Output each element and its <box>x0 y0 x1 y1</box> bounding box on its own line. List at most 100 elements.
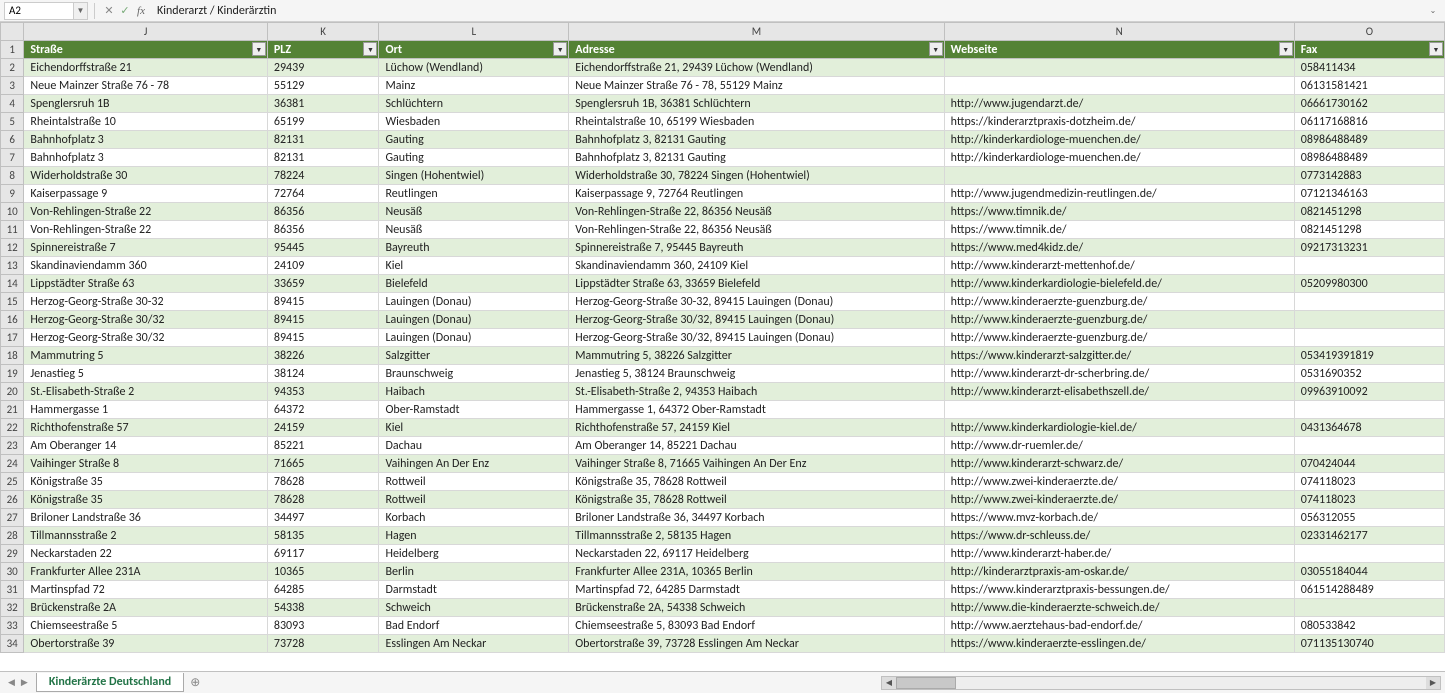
cell[interactable] <box>1294 599 1444 617</box>
cell[interactable]: 0821451298 <box>1294 221 1444 239</box>
row-header[interactable]: 33 <box>1 617 24 635</box>
cell[interactable]: http://www.die-kinderaerzte-schweich.de/ <box>944 599 1294 617</box>
cell[interactable]: Vaihinger Straße 8, 71665 Vaihingen An D… <box>569 455 944 473</box>
row-header[interactable]: 12 <box>1 239 24 257</box>
row-header[interactable]: 2 <box>1 59 24 77</box>
cell[interactable]: 86356 <box>267 203 379 221</box>
row-header[interactable]: 1 <box>1 41 24 59</box>
row-header[interactable]: 5 <box>1 113 24 131</box>
cell[interactable] <box>944 401 1294 419</box>
row-header[interactable]: 25 <box>1 473 24 491</box>
cell[interactable]: http://www.kinderarzt-elisabethszell.de/ <box>944 383 1294 401</box>
header-webseite[interactable]: Webseite▼ <box>944 41 1294 59</box>
cell[interactable]: 06117168816 <box>1294 113 1444 131</box>
row-header[interactable]: 34 <box>1 635 24 653</box>
cell[interactable]: 64372 <box>267 401 379 419</box>
cell[interactable]: http://www.kinderkardiologie-bielefeld.d… <box>944 275 1294 293</box>
cell[interactable]: http://kinderarztpraxis-am-oskar.de/ <box>944 563 1294 581</box>
cell[interactable]: http://www.aerztehaus-bad-endorf.de/ <box>944 617 1294 635</box>
cell[interactable]: http://kinderkardiologe-muenchen.de/ <box>944 131 1294 149</box>
cell[interactable]: 58135 <box>267 527 379 545</box>
cell[interactable]: Rottweil <box>379 473 569 491</box>
cell[interactable]: 24109 <box>267 257 379 275</box>
cell[interactable]: Jenastieg 5 <box>24 365 268 383</box>
row-header[interactable]: 19 <box>1 365 24 383</box>
cell[interactable]: 69117 <box>267 545 379 563</box>
cell[interactable]: 38124 <box>267 365 379 383</box>
header-plz[interactable]: PLZ▼ <box>267 41 379 59</box>
cell[interactable]: 061514288489 <box>1294 581 1444 599</box>
cell[interactable]: 0531690352 <box>1294 365 1444 383</box>
cell[interactable] <box>1294 545 1444 563</box>
name-box-dropdown[interactable]: ▼ <box>74 2 88 20</box>
cell[interactable]: Herzog-Georg-Straße 30/32, 89415 Lauinge… <box>569 311 944 329</box>
cell[interactable]: http://www.kinderarzt-schwarz.de/ <box>944 455 1294 473</box>
scroll-left-icon[interactable]: ◀ <box>882 677 896 689</box>
cell[interactable]: Brückenstraße 2A, 54338 Schweich <box>569 599 944 617</box>
cell[interactable]: Lippstädter Straße 63 <box>24 275 268 293</box>
cell[interactable]: Königstraße 35, 78628 Rottweil <box>569 473 944 491</box>
row-header[interactable]: 9 <box>1 185 24 203</box>
cell[interactable]: Esslingen Am Neckar <box>379 635 569 653</box>
cell[interactable]: Mammutring 5 <box>24 347 268 365</box>
cell[interactable]: Chiemseestraße 5 <box>24 617 268 635</box>
col-header-O[interactable]: O <box>1294 23 1444 41</box>
cell[interactable]: Vaihingen An Der Enz <box>379 455 569 473</box>
cell[interactable]: 89415 <box>267 293 379 311</box>
cell[interactable]: Mainz <box>379 77 569 95</box>
cell[interactable]: Spinnereistraße 7 <box>24 239 268 257</box>
cell[interactable]: https://kinderarztpraxis-dotzheim.de/ <box>944 113 1294 131</box>
cell[interactable]: Schlüchtern <box>379 95 569 113</box>
row-header[interactable]: 7 <box>1 149 24 167</box>
cell[interactable]: 34497 <box>267 509 379 527</box>
cell[interactable]: Neusäß <box>379 221 569 239</box>
cell[interactable]: http://www.kinderarzt-dr-scherbring.de/ <box>944 365 1294 383</box>
scroll-right-icon[interactable]: ▶ <box>1426 677 1440 689</box>
cell[interactable]: Rottweil <box>379 491 569 509</box>
tab-nav-prev-icon[interactable]: ◀ <box>6 677 17 688</box>
cell[interactable]: 08986488489 <box>1294 131 1444 149</box>
row-header[interactable]: 17 <box>1 329 24 347</box>
cell[interactable]: 29439 <box>267 59 379 77</box>
cell[interactable]: Vaihinger Straße 8 <box>24 455 268 473</box>
cell[interactable]: Tillmannsstraße 2 <box>24 527 268 545</box>
cell[interactable]: Lüchow (Wendland) <box>379 59 569 77</box>
cell[interactable]: 36381 <box>267 95 379 113</box>
cell[interactable]: 070424044 <box>1294 455 1444 473</box>
filter-icon[interactable]: ▼ <box>252 42 266 56</box>
header-adresse[interactable]: Adresse▼ <box>569 41 944 59</box>
row-header[interactable]: 24 <box>1 455 24 473</box>
cell[interactable]: Rheintalstraße 10, 65199 Wiesbaden <box>569 113 944 131</box>
cell[interactable]: Neue Mainzer Straße 76 - 78, 55129 Mainz <box>569 77 944 95</box>
cell[interactable]: 73728 <box>267 635 379 653</box>
cell[interactable]: Briloner Landstraße 36, 34497 Korbach <box>569 509 944 527</box>
row-header[interactable]: 23 <box>1 437 24 455</box>
header-ort[interactable]: Ort▼ <box>379 41 569 59</box>
row-header[interactable]: 31 <box>1 581 24 599</box>
cell[interactable]: Spenglersruh 1B, 36381 Schlüchtern <box>569 95 944 113</box>
row-header[interactable]: 16 <box>1 311 24 329</box>
formula-input[interactable]: Kinderarzt / Kinderärztin <box>157 4 1425 18</box>
cell[interactable]: Königstraße 35, 78628 Rottweil <box>569 491 944 509</box>
cell[interactable]: 95445 <box>267 239 379 257</box>
cell[interactable]: https://www.kinderarztpraxis-bessungen.d… <box>944 581 1294 599</box>
cell[interactable]: http://www.kinderkardiologie-kiel.de/ <box>944 419 1294 437</box>
header-fax[interactable]: Fax▼ <box>1294 41 1444 59</box>
cell[interactable]: Rheintalstraße 10 <box>24 113 268 131</box>
cell[interactable]: Martinspfad 72, 64285 Darmstadt <box>569 581 944 599</box>
cell[interactable]: Spenglersruh 1B <box>24 95 268 113</box>
cell[interactable]: Spinnereistraße 7, 95445 Bayreuth <box>569 239 944 257</box>
row-header[interactable]: 3 <box>1 77 24 95</box>
cell[interactable]: Von-Rehlingen-Straße 22, 86356 Neusäß <box>569 221 944 239</box>
cell[interactable]: Neue Mainzer Straße 76 - 78 <box>24 77 268 95</box>
cell[interactable]: Bielefeld <box>379 275 569 293</box>
cell[interactable]: Salzgitter <box>379 347 569 365</box>
cell[interactable]: Lauingen (Donau) <box>379 293 569 311</box>
col-header-J[interactable]: J <box>24 23 268 41</box>
row-header[interactable]: 28 <box>1 527 24 545</box>
cell[interactable]: 06131581421 <box>1294 77 1444 95</box>
cell[interactable]: 0773142883 <box>1294 167 1444 185</box>
cell[interactable]: 053419391819 <box>1294 347 1444 365</box>
row-header[interactable]: 6 <box>1 131 24 149</box>
cell[interactable]: 86356 <box>267 221 379 239</box>
